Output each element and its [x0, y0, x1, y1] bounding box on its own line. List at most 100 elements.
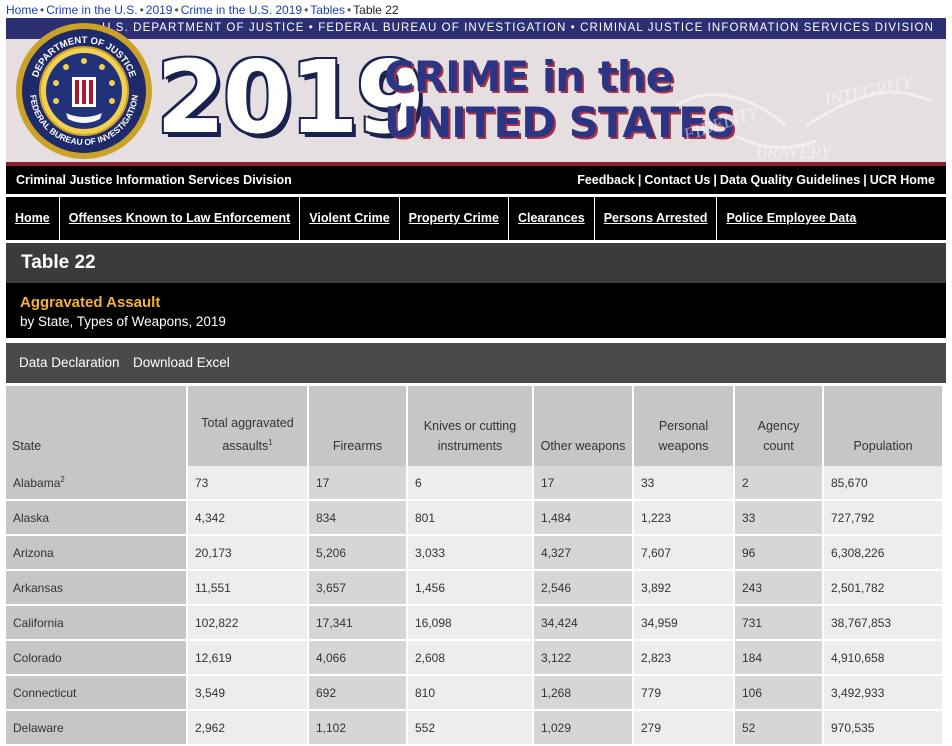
table-description: by State, Types of Weapons, 2019	[20, 314, 226, 329]
cell-state: California	[6, 606, 186, 641]
nav-persons-arrested[interactable]: Persons Arrested	[595, 197, 718, 240]
cell-agency-count: 184	[735, 641, 822, 676]
cell-personal-weapons: 3,892	[634, 571, 733, 606]
state-name: Arizona	[13, 545, 54, 560]
cell-firearms: 3,657	[309, 571, 406, 606]
column-header-knives[interactable]: Knives or cutting instruments	[408, 386, 532, 466]
cell-population: 6,308,226	[824, 536, 942, 571]
cell-firearms: 834	[309, 501, 406, 536]
state-name: Connecticut	[13, 685, 77, 700]
breadcrumb-crime-in-us[interactable]: Crime in the U.S.	[46, 3, 137, 17]
cell-firearms: 692	[309, 676, 406, 711]
main-nav: Home Offenses Known to Law Enforcement V…	[6, 197, 946, 240]
cell-state: Alabama2	[6, 466, 186, 501]
table-title-bar: Table 22	[6, 243, 946, 283]
nav-property-crime[interactable]: Property Crime	[400, 197, 509, 240]
breadcrumb-tables[interactable]: Tables	[310, 3, 345, 17]
cell-personal-weapons: 33	[634, 466, 733, 501]
column-header-agency-count[interactable]: Agency count	[735, 386, 822, 466]
column-header-firearms[interactable]: Firearms	[309, 386, 406, 466]
cell-knives: 552	[408, 711, 532, 746]
cell-population: 38,767,853	[824, 606, 942, 641]
cell-population: 3,492,933	[824, 676, 942, 711]
utility-links: Feedback | Contact Us | Data Quality Guideli…	[577, 173, 935, 187]
cell-state: Connecticut	[6, 676, 186, 711]
download-excel-link[interactable]: Download Excel	[133, 355, 230, 370]
cell-knives: 6	[408, 466, 532, 501]
cell-firearms: 1,102	[309, 711, 406, 746]
cell-knives: 16,098	[408, 606, 532, 641]
cell-knives: 2,608	[408, 641, 532, 676]
breadcrumb: Home • Crime in the U.S. • 2019 • Crime in the…	[6, 3, 399, 17]
data-quality-link[interactable]: Data Quality Guidelines	[720, 173, 860, 187]
column-header-personal-weapons[interactable]: Personal weapons	[634, 386, 733, 466]
agency-text: U.S. DEPARTMENT OF JUSTICE • FEDERAL BUR…	[102, 22, 934, 34]
breadcrumb-separator: •	[40, 3, 45, 17]
cell-personal-weapons: 279	[634, 711, 733, 746]
motto-watermark-icon: FIDELITY BRAVERY INTEGRITY	[675, 71, 932, 161]
cell-personal-weapons: 779	[634, 676, 733, 711]
cell-agency-count: 33	[735, 501, 822, 536]
table-subtitle: Aggravated Assault by State, Types of We…	[6, 283, 946, 338]
data-declaration-link[interactable]: Data Declaration	[19, 355, 120, 370]
nav-home[interactable]: Home	[6, 197, 60, 240]
column-header-population[interactable]: Population	[824, 386, 942, 466]
motto-bravery: BRAVERY	[756, 142, 833, 161]
feedback-link[interactable]: Feedback	[577, 173, 635, 187]
breadcrumb-separator: •	[174, 3, 179, 17]
nav-police-employee-data[interactable]: Police Employee Data	[717, 197, 865, 240]
ucr-home-link[interactable]: UCR Home	[870, 173, 935, 187]
cell-personal-weapons: 7,607	[634, 536, 733, 571]
breadcrumb-home[interactable]: Home	[6, 3, 38, 17]
table-label: Table 22	[21, 252, 96, 273]
cell-other-weapons: 34,424	[534, 606, 632, 641]
site-banner[interactable]: U.S. DEPARTMENT OF JUSTICE • FEDERAL BUR…	[6, 18, 946, 166]
cell-state: Arkansas	[6, 571, 186, 606]
footnote-marker[interactable]: 1	[268, 438, 272, 447]
banner-title-line1: CRIME in the	[384, 52, 674, 101]
cell-other-weapons: 2,546	[534, 571, 632, 606]
breadcrumb-separator: •	[139, 3, 144, 17]
column-header-total-label: Total aggravated assaults	[201, 415, 294, 453]
cell-state: Colorado	[6, 641, 186, 676]
cell-total: 20,173	[188, 536, 307, 571]
footnote-marker[interactable]: 2	[60, 475, 64, 484]
state-name: Arkansas	[13, 580, 64, 595]
breadcrumb-separator: •	[346, 3, 352, 17]
cell-state: Delaware	[6, 711, 186, 746]
cell-personal-weapons: 34,959	[634, 606, 733, 641]
table-row: California 102,822 17,341 16,098 34,424 34,95…	[6, 606, 942, 641]
state-name: Alaska	[13, 510, 50, 525]
cell-state: Alaska	[6, 501, 186, 536]
cell-population: 85,670	[824, 466, 942, 501]
cjis-bar: Criminal Justice Information Services Di…	[6, 166, 946, 194]
cell-other-weapons: 1,029	[534, 711, 632, 746]
cell-other-weapons: 1,268	[534, 676, 632, 711]
table-row: Delaware 2,962 1,102 552 1,029 279 52 970,535	[6, 711, 942, 746]
table-row: Alaska 4,342 834 801 1,484 1,223 33 727,792	[6, 501, 942, 536]
cell-agency-count: 243	[735, 571, 822, 606]
column-header-state[interactable]: State	[6, 386, 186, 466]
nav-clearances[interactable]: Clearances	[509, 197, 595, 240]
cell-population: 2,501,782	[824, 571, 942, 606]
column-header-total[interactable]: Total aggravated assaults1	[188, 386, 307, 466]
cell-other-weapons: 4,327	[534, 536, 632, 571]
nav-violent-crime[interactable]: Violent Crime	[300, 197, 400, 240]
nav-offenses-known[interactable]: Offenses Known to Law Enforcement	[60, 197, 301, 240]
state-name: Delaware	[13, 720, 64, 735]
cell-other-weapons: 17	[534, 466, 632, 501]
cell-agency-count: 106	[735, 676, 822, 711]
breadcrumb-crime-in-us-2019[interactable]: Crime in the U.S. 2019	[181, 3, 302, 17]
cell-population: 970,535	[824, 711, 942, 746]
cell-firearms: 4,066	[309, 641, 406, 676]
cell-agency-count: 52	[735, 711, 822, 746]
table-row: Arizona 20,173 5,206 3,033 4,327 7,607 96 6,308…	[6, 536, 942, 571]
cell-total: 12,619	[188, 641, 307, 676]
cell-population: 4,910,658	[824, 641, 942, 676]
cell-firearms: 5,206	[309, 536, 406, 571]
column-header-other-weapons[interactable]: Other weapons	[534, 386, 632, 466]
breadcrumb-2019[interactable]: 2019	[146, 3, 173, 17]
table-row: Arkansas 11,551 3,657 1,456 2,546 3,892 243 2,5…	[6, 571, 942, 606]
table-row: Colorado 12,619 4,066 2,608 3,122 2,823 184 4,9…	[6, 641, 942, 676]
contact-us-link[interactable]: Contact Us	[644, 173, 710, 187]
